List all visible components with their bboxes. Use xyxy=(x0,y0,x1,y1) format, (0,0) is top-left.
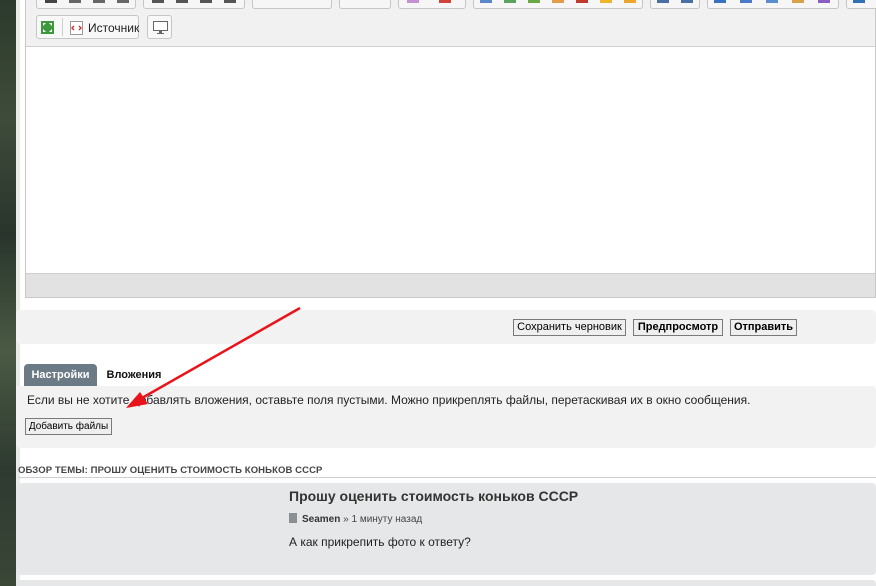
italic-icon xyxy=(69,0,81,3)
preview-button[interactable]: Предпросмотр xyxy=(633,319,723,336)
divider xyxy=(18,477,876,478)
unlink-icon xyxy=(552,0,564,3)
media-icon xyxy=(576,0,588,3)
align-right-icon xyxy=(200,0,212,3)
tab-settings[interactable]: Настройки xyxy=(24,364,97,386)
color-group[interactable] xyxy=(398,0,466,9)
post-separator: » xyxy=(343,514,349,525)
post-time: 1 минуту назад xyxy=(351,514,423,525)
edit-icon xyxy=(792,0,804,3)
toolbar-row-formatting xyxy=(26,0,876,9)
font-select[interactable] xyxy=(252,0,332,9)
emoji-icon xyxy=(624,0,636,3)
underline-icon xyxy=(93,0,105,3)
numbered-list-icon xyxy=(657,0,669,3)
block-group[interactable] xyxy=(707,0,839,9)
image-icon xyxy=(480,0,492,3)
bold-icon xyxy=(45,0,57,3)
align-justify-icon xyxy=(224,0,236,3)
save-draft-button[interactable]: Сохранить черновик xyxy=(513,319,626,336)
tools-group: Источник xyxy=(36,15,139,39)
align-group[interactable] xyxy=(143,0,245,9)
editor-toolbar: Источник xyxy=(26,0,876,47)
clear-format-icon xyxy=(818,0,830,3)
post-icon xyxy=(289,513,297,523)
post-author[interactable]: Seamen xyxy=(302,514,340,525)
attachments-hint: Если вы не хотите добавлять вложения, ос… xyxy=(27,393,751,407)
code-icon xyxy=(740,0,752,3)
align-center-icon xyxy=(176,0,188,3)
view-group[interactable] xyxy=(846,0,876,9)
post-body: А как прикрепить фото к ответу? xyxy=(289,535,471,549)
topic-review-heading: Обзор темы: Прошу оценить стоимость конь… xyxy=(18,465,323,476)
insert-group[interactable] xyxy=(473,0,643,9)
size-select[interactable] xyxy=(339,0,391,9)
monitor-icon xyxy=(153,21,168,34)
post-meta: Seamen » 1 минуту назад xyxy=(289,513,422,525)
add-files-button[interactable]: Добавить файлы xyxy=(25,418,112,435)
tab-attachments[interactable]: Вложения xyxy=(100,364,168,386)
bg-color-icon xyxy=(439,0,451,3)
source-icon[interactable] xyxy=(70,21,83,35)
list-group[interactable] xyxy=(650,0,700,9)
submit-button[interactable]: Отправить xyxy=(730,319,797,336)
page-background-strip xyxy=(0,0,16,586)
strike-icon xyxy=(117,0,129,3)
spoiler-icon xyxy=(766,0,778,3)
bullet-list-icon xyxy=(681,0,693,3)
review-post-next xyxy=(16,580,876,586)
editor-resize-bar[interactable] xyxy=(26,273,875,297)
source-button-label[interactable]: Источник xyxy=(88,21,139,35)
eye-icon xyxy=(853,0,865,3)
maximize-icon[interactable] xyxy=(41,21,54,34)
post-title[interactable]: Прошу оценить стоимость коньков СССР xyxy=(289,488,578,504)
preview-toggle-button[interactable] xyxy=(147,15,172,39)
text-style-group[interactable] xyxy=(36,0,136,9)
text-color-icon xyxy=(407,0,419,3)
link-icon xyxy=(528,0,540,3)
table-icon xyxy=(504,0,516,3)
quote-icon xyxy=(714,0,726,3)
smiley-icon xyxy=(600,0,612,3)
message-editor: Источник xyxy=(25,0,876,298)
align-left-icon xyxy=(152,0,164,3)
message-textarea[interactable] xyxy=(26,47,875,273)
